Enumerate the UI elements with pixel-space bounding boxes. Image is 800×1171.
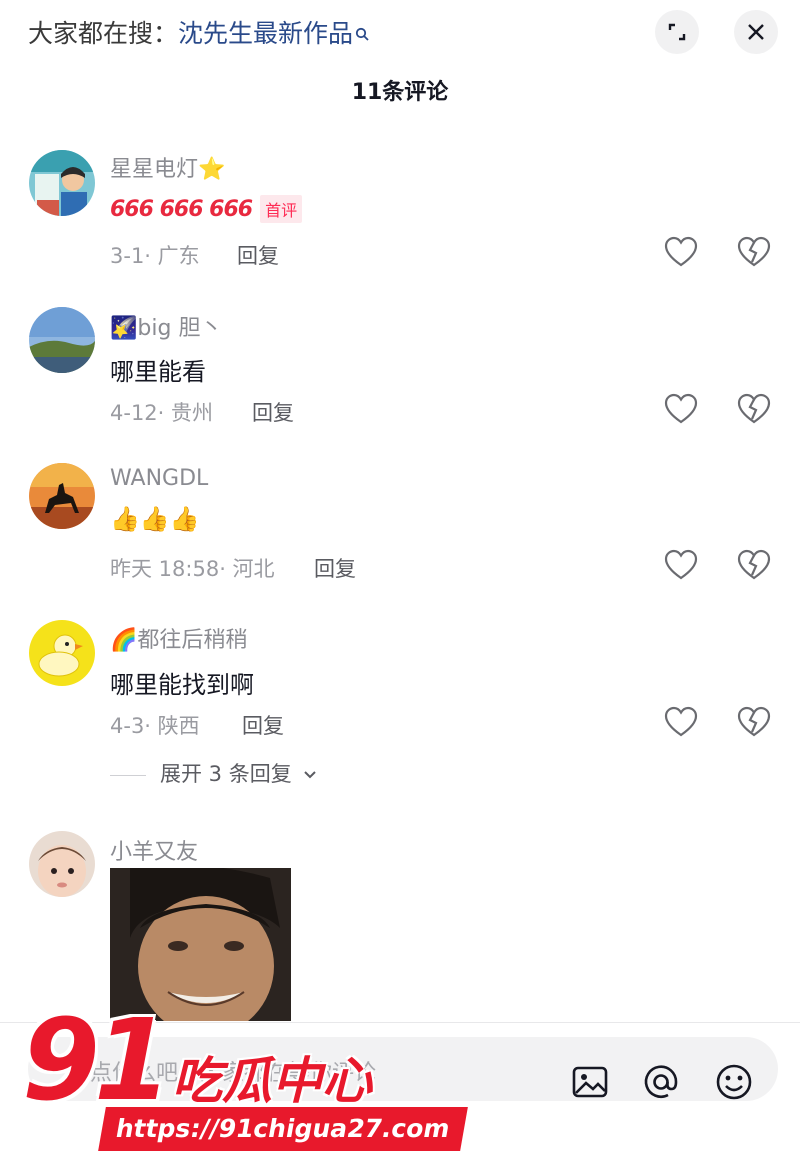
expand-replies-label: 展开 3 条回复 [160,762,292,786]
comment-meta: 3-1· 广东 [110,244,200,268]
comment-username[interactable]: 星星电灯⭐ [110,151,225,183]
heart-icon[interactable] [664,706,698,738]
rainbow-emoji: 🌈 [110,628,138,653]
broken-heart-icon[interactable] [737,549,771,581]
comment-meta: 4-3· 陕西 [110,714,200,738]
watermark-name: 吃瓜中心 [172,1052,372,1110]
divider [110,774,146,776]
heart-icon[interactable] [664,549,698,581]
avatar[interactable] [29,463,95,529]
star-emoji: ⭐ [198,157,226,182]
expand-button[interactable] [655,10,699,54]
sticker-666: 666 666 666 [110,197,253,222]
close-icon [748,24,764,40]
reply-button[interactable]: 回复 [242,710,284,740]
comment-meta: 4-12· 贵州 [110,401,214,425]
watermark-number: 91 [22,996,172,1126]
comment-text: 哪里能看 [110,358,206,386]
comment-text: 👍👍👍 [110,505,200,533]
broken-heart-icon[interactable] [737,393,771,425]
broken-heart-icon[interactable] [737,236,771,268]
avatar[interactable] [29,150,95,216]
expand-replies-button[interactable]: 展开 3 条回复 [110,758,318,788]
first-comment-badge: 首评 [260,195,303,223]
comment-username[interactable]: 🌠big 胆丶 [110,310,222,342]
comment-username[interactable]: 小羊又友 [110,834,198,866]
reply-button[interactable]: 回复 [252,397,294,427]
heart-icon[interactable] [664,236,698,268]
shooting-star-emoji: 🌠 [110,316,138,341]
reply-button[interactable]: 回复 [314,553,356,583]
close-button[interactable] [734,10,778,54]
avatar[interactable] [29,307,95,373]
expand-icon [668,23,686,41]
heart-icon[interactable] [664,393,698,425]
at-icon[interactable] [642,1063,680,1101]
comment-username[interactable]: 🌈都往后稍稍 [110,622,247,654]
image-icon[interactable] [571,1063,609,1101]
comment-text: 哪里能找到啊 [110,671,254,699]
search-icon [355,18,369,41]
watermark-url: https://91chigua27.com [98,1107,468,1151]
search-suggestion-prefix: 大家都在搜： [28,19,179,48]
comment-count-title: 11条评论 [351,80,449,105]
avatar[interactable] [29,620,95,686]
comment-text: 666 666 666 首评 [110,194,303,223]
search-suggestion-keyword[interactable]: 沈先生最新作品 [178,19,353,48]
comment-username[interactable]: WANGDL [110,466,208,491]
avatar[interactable] [29,831,95,897]
watermark-logo: 91 吃瓜中心 https://91chigua27.com [22,996,468,1165]
comment-meta: 昨天 18:58· 河北 [110,557,275,581]
emoji-icon[interactable] [715,1063,753,1101]
chevron-down-icon [304,771,317,779]
top-bar: 大家都在搜：沈先生最新作品 [0,0,800,66]
search-suggestion[interactable]: 大家都在搜：沈先生最新作品 [28,14,369,50]
broken-heart-icon[interactable] [737,706,771,738]
reply-button[interactable]: 回复 [237,240,279,270]
